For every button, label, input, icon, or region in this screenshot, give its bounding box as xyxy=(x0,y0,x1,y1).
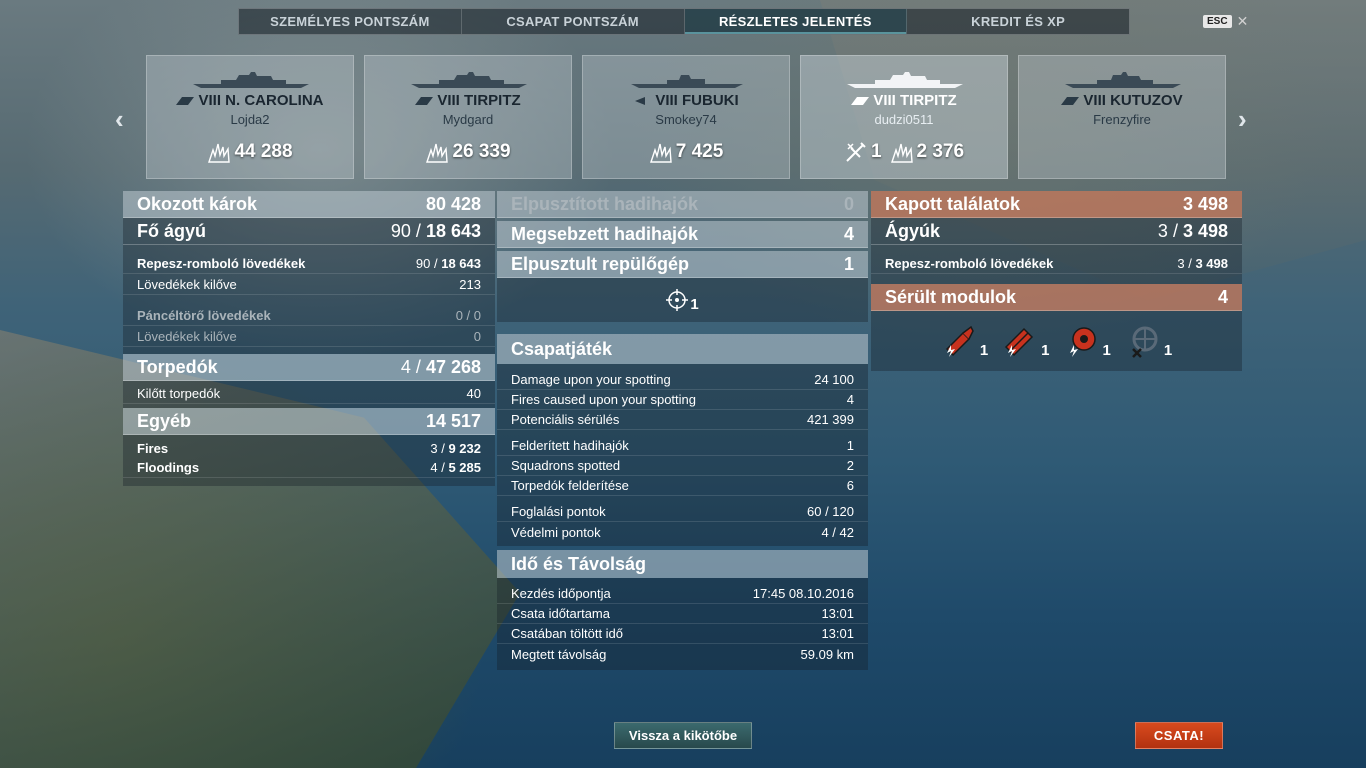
he-shells-row: Repesz-romboló lövedékek 90 / 18 643 xyxy=(123,253,495,274)
battleship-icon xyxy=(851,96,870,105)
carousel-prev-arrow-icon[interactable]: ‹ xyxy=(115,104,124,135)
tab-credits-xp[interactable]: KREDIT ÉS XP xyxy=(907,9,1129,34)
list-item: Védelmi pontok 4 / 42 xyxy=(511,524,854,540)
ship-silhouette-icon xyxy=(411,72,527,88)
damage-value: 44 288 xyxy=(234,141,293,162)
hits-received-header: Kapott találatok 3 498 xyxy=(871,191,1242,218)
damaged-modules-list: 1 1 1 1 xyxy=(871,311,1242,371)
destroyer-icon xyxy=(635,96,646,105)
list-item: Torpedók felderítése 6 xyxy=(497,476,868,496)
ship-card[interactable]: VIII FUBUKI Smokey74 7 425 xyxy=(582,55,790,179)
crosshair-count: 1 xyxy=(690,295,699,313)
guns-row: Ágyúk 3 / 3 498 xyxy=(871,218,1242,245)
ship-silhouette-icon xyxy=(193,72,309,88)
list-item: Felderített hadihajók 1 xyxy=(497,436,868,456)
received-panel: Kapott találatok 3 498 Ágyúk 3 / 3 498 R… xyxy=(871,191,1242,371)
list-item: Potenciális sérülés 421 399 xyxy=(497,410,868,430)
carousel-next-arrow-icon[interactable]: › xyxy=(1238,104,1247,135)
steering-module-icon xyxy=(1131,326,1158,358)
damage-value: 7 425 xyxy=(675,141,724,162)
return-to-port-button[interactable]: Vissza a kikötőbe xyxy=(614,722,752,749)
list-item: Csatában töltött idő 13:01 xyxy=(497,624,868,644)
ship-card[interactable]: VIII TIRPITZ Mydgard 26 339 xyxy=(364,55,572,179)
esc-key-label: ESC xyxy=(1203,15,1232,28)
cruiser-icon xyxy=(1061,96,1080,105)
damage-splash-icon xyxy=(208,143,231,163)
ship-silhouette-icon xyxy=(847,72,963,88)
he-shells-received-row: Repesz-romboló lövedékek 3 / 3 498 xyxy=(871,253,1242,274)
ship-name: VIII TIRPITZ xyxy=(437,92,521,109)
planes-destroyed-value: 1 xyxy=(870,141,882,162)
ship-silhouette-icon xyxy=(631,75,743,88)
planes-destroyed-row: Elpusztult repülőgép 1 xyxy=(497,251,868,278)
damage-splash-icon xyxy=(426,143,449,163)
main-battery-module-icon xyxy=(945,325,974,357)
time-list: Kezdés időpontja 17:45 08.10.2016 Csata i… xyxy=(497,578,868,670)
list-item: Csata időtartama 13:01 xyxy=(497,604,868,624)
list-item: Kezdés időpontja 17:45 08.10.2016 xyxy=(497,584,868,604)
list-item: Squadrons spotted 2 xyxy=(497,456,868,476)
time-distance-header: Idő és Távolság xyxy=(497,550,868,578)
torpedoes-header: Torpedók 4 / 47 268 xyxy=(123,354,495,381)
battle-button[interactable]: CSATA! xyxy=(1135,722,1223,749)
damage-value: 26 339 xyxy=(452,141,511,162)
ap-shells-row: Páncéltörő lövedékek 0 / 0 xyxy=(123,305,495,326)
plane-destroyed-icon xyxy=(846,142,866,162)
list-item: Megtett távolság 59.09 km xyxy=(511,646,854,662)
damage-splash-icon xyxy=(649,143,672,163)
floodings-row: Floodings 4 / 5 285 xyxy=(123,458,495,478)
tab-personal-score[interactable]: SZEMÉLYES PONTSZÁM xyxy=(239,9,462,34)
close-icon[interactable]: ✕ xyxy=(1237,13,1249,30)
main-battery-row: Fő ágyú 90 / 18 643 xyxy=(123,218,495,245)
battleship-icon xyxy=(176,96,195,105)
tab-bar: SZEMÉLYES PONTSZÁM CSAPAT PONTSZÁM RÉSZL… xyxy=(238,8,1130,35)
combat-panel: Elpusztított hadihajók 0 Megsebzett hadi… xyxy=(497,191,868,670)
damage-caused-header: Okozott károk 80 428 xyxy=(123,191,495,218)
ship-card-selected[interactable]: VIII TIRPITZ dudzi0511 1 2 376 xyxy=(800,55,1008,179)
damage-splash-icon xyxy=(890,143,913,163)
damage-panel: Okozott károk 80 428 Fő ágyú 90 / 18 643… xyxy=(123,191,495,486)
fires-row: Fires 3 / 9 232 xyxy=(137,440,481,456)
player-name: Mydgard xyxy=(442,112,494,127)
ship-silhouette-icon xyxy=(1065,72,1181,88)
ship-name: VIII KUTUZOV xyxy=(1083,92,1183,109)
list-item: Damage upon your spotting 24 100 xyxy=(497,370,868,390)
list-item: Fires caused upon your spotting 4 xyxy=(497,390,868,410)
ship-card[interactable]: VIII N. CAROLINA Lojda2 44 288 xyxy=(146,55,354,179)
damage-value: 2 376 xyxy=(916,141,965,162)
ship-name: VIII FUBUKI xyxy=(655,92,739,109)
he-fired-row: Lövedékek kilőve 213 xyxy=(123,274,495,295)
other-header: Egyéb 14 517 xyxy=(123,408,495,435)
damaged-modules-header: Sérült modulok 4 xyxy=(871,284,1242,311)
ap-fired-row: Lövedékek kilőve 0 xyxy=(123,326,495,347)
destroyed-ships-row: Elpusztított hadihajók 0 xyxy=(497,191,868,218)
ship-card[interactable]: VIII KUTUZOV Frenzyfire xyxy=(1018,55,1226,179)
tab-detailed-report[interactable]: RÉSZLETES JELENTÉS xyxy=(684,9,908,34)
engine-module-icon xyxy=(1069,327,1096,357)
torpedo-tubes-module-icon xyxy=(1005,327,1034,357)
crosshair-icon xyxy=(666,289,689,311)
tab-team-score[interactable]: CSAPAT PONTSZÁM xyxy=(462,9,685,34)
esc-close[interactable]: ESC ✕ xyxy=(1203,13,1248,30)
player-name: dudzi0511 xyxy=(874,112,934,127)
damaged-ships-row: Megsebzett hadihajók 4 xyxy=(497,221,868,248)
ship-name: VIII N. CAROLINA xyxy=(198,92,324,109)
torpedoes-launched-row: Kilőtt torpedók 40 xyxy=(123,383,495,404)
player-name: Smokey74 xyxy=(655,112,717,127)
teamplay-header: Csapatjáték xyxy=(497,334,868,364)
battleship-icon xyxy=(415,96,434,105)
ship-name: VIII TIRPITZ xyxy=(873,92,957,109)
player-name: Lojda2 xyxy=(230,112,270,127)
list-item: Foglalási pontok 60 / 120 xyxy=(497,502,868,522)
teamplay-list: Damage upon your spotting 24 100 Fires ca… xyxy=(497,364,868,546)
player-name: Frenzyfire xyxy=(1093,112,1151,127)
